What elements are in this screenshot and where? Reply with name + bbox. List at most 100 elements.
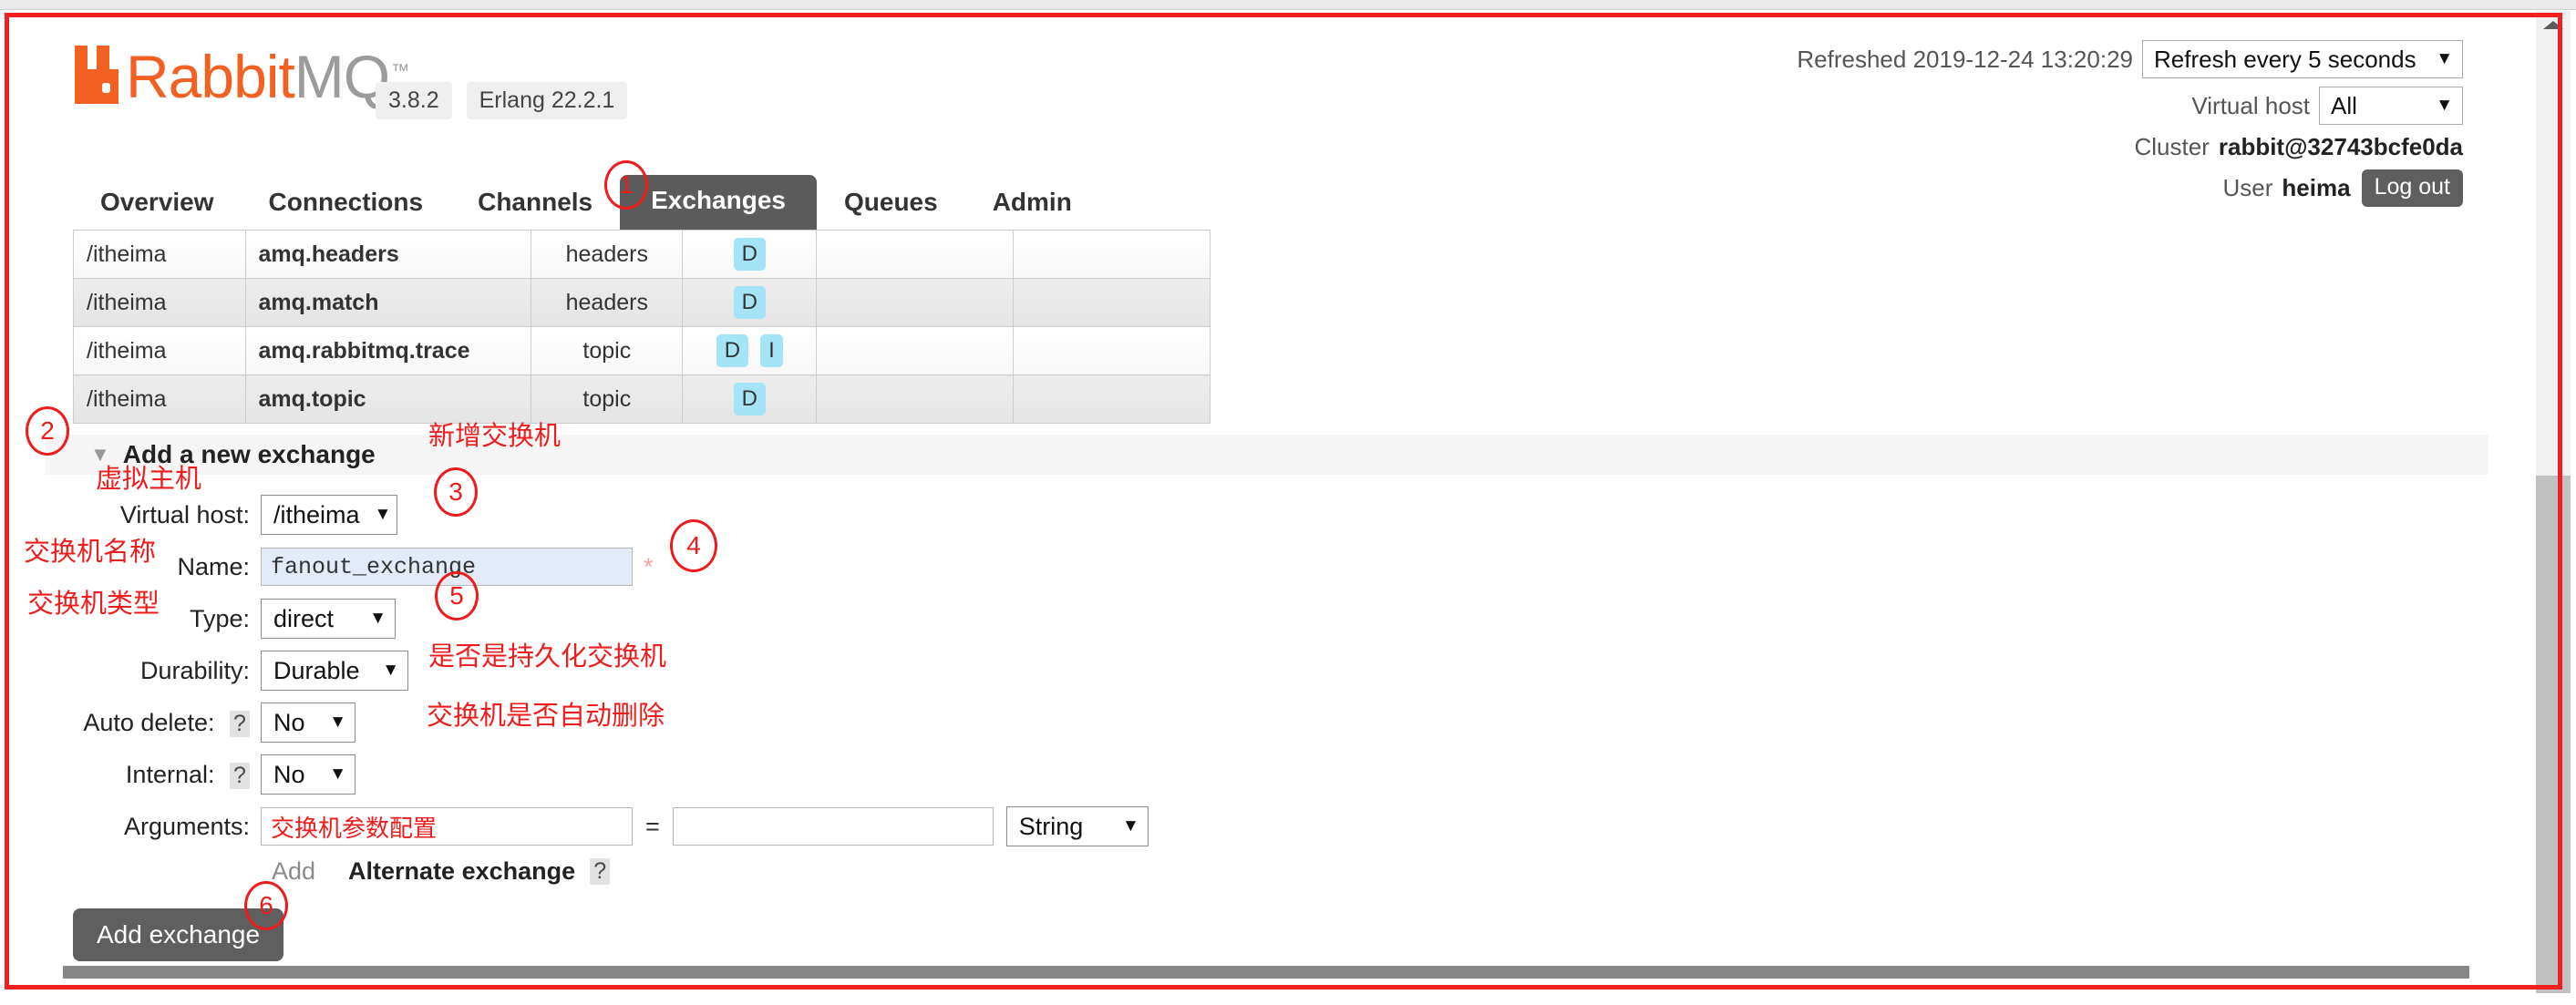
autodelete-select[interactable]: No ▼ [261, 702, 355, 743]
cell-features: D [683, 279, 817, 327]
durability-field-label: Durability: [11, 657, 261, 685]
table-row[interactable]: /itheima amq.headers headers D [74, 231, 1211, 279]
form-row-vhost: Virtual host: /itheima ▼ [11, 494, 2518, 536]
cell-message-rate-in [817, 231, 1014, 279]
vhost-field-label: Virtual host: [11, 501, 261, 529]
feature-tag-durable: D [734, 383, 766, 415]
durability-value: Durable [273, 657, 360, 685]
argument-type-select[interactable]: String ▼ [1006, 806, 1149, 846]
cell-message-rate-in [817, 375, 1014, 424]
cell-features: D [683, 231, 817, 279]
cluster-name: rabbit@32743bcfe0da [2219, 133, 2463, 161]
chevron-down-icon: ▼ [375, 505, 392, 525]
cell-message-rate-out [1014, 327, 1211, 375]
user-row: User heima Log out [1797, 169, 2463, 207]
user-name: heima [2282, 174, 2350, 202]
page-content: RabbitMQ™ 3.8.2 Erlang 22.2.1 Refreshed … [11, 20, 2518, 968]
internal-select[interactable]: No ▼ [261, 754, 355, 795]
feature-tag-durable: D [734, 238, 766, 271]
main-nav: Overview Connections Channels Exchanges … [73, 177, 1099, 230]
argument-value-input[interactable] [673, 807, 994, 846]
help-icon[interactable]: ? [230, 711, 250, 737]
cell-name[interactable]: amq.headers [245, 231, 531, 279]
cell-type: headers [531, 231, 683, 279]
cell-message-rate-in [817, 279, 1014, 327]
horizontal-scrollbar-thumb[interactable] [63, 966, 2469, 979]
help-icon[interactable]: ? [590, 858, 610, 885]
vertical-scrollbar[interactable] [2536, 11, 2571, 993]
chevron-down-icon: ▼ [329, 764, 346, 785]
form-row-autodelete: Auto delete: ? No ▼ [11, 702, 2518, 743]
durability-select[interactable]: Durable ▼ [261, 651, 408, 691]
vertical-scrollbar-thumb[interactable] [2536, 476, 2571, 993]
vhost-row: Virtual host All ▼ [1797, 87, 2463, 125]
form-row-durability: Durability: Durable ▼ [11, 650, 2518, 692]
table-row[interactable]: /itheima amq.rabbitmq.trace topic D I [74, 327, 1211, 375]
cell-type: topic [531, 327, 683, 375]
arguments-equals-sign: = [645, 813, 660, 841]
internal-value: No [273, 761, 305, 789]
add-exchange-section-header[interactable]: ▼ Add a new exchange [46, 435, 2488, 475]
annotation-number-4: 4 [670, 519, 717, 572]
cell-features: D I [683, 327, 817, 375]
annotation-durable-note: 是否是持久化交换机 [428, 635, 666, 673]
form-row-type: Type: direct ▼ [11, 598, 2518, 640]
chevron-down-icon: ▼ [369, 609, 386, 629]
log-out-button[interactable]: Log out [2362, 169, 2463, 207]
cell-vhost: /itheima [74, 279, 246, 327]
refresh-interval-select[interactable]: Refresh every 5 seconds ▼ [2142, 40, 2463, 78]
add-exchange-form: Virtual host: /itheima ▼ Name: * Type: d… [11, 494, 2518, 900]
vhost-filter-select[interactable]: All ▼ [2319, 87, 2463, 125]
page-root: RabbitMQ™ 3.8.2 Erlang 22.2.1 Refreshed … [0, 0, 2576, 1005]
vhost-filter-value: All [2331, 92, 2357, 120]
cell-message-rate-out [1014, 231, 1211, 279]
window-top-strip [0, 0, 2576, 10]
table-row[interactable]: /itheima amq.topic topic D [74, 375, 1211, 424]
cell-name[interactable]: amq.rabbitmq.trace [245, 327, 531, 375]
annotation-number-2: 2 [26, 406, 69, 456]
cell-name[interactable]: amq.match [245, 279, 531, 327]
exchanges-table: /itheima amq.headers headers D /itheima … [73, 230, 1211, 424]
chevron-down-icon: ▼ [1122, 816, 1139, 836]
cluster-label: Cluster [2135, 133, 2210, 161]
rabbitmq-version-badge: 3.8.2 [376, 82, 452, 119]
nav-tab-queues[interactable]: Queues [817, 179, 965, 230]
exchanges-table-body: /itheima amq.headers headers D /itheima … [74, 231, 1211, 424]
form-row-name: Name: * [11, 546, 2518, 588]
annotation-new-exchange: 新增交换机 [428, 415, 561, 453]
vhost-select-value: /itheima [273, 501, 360, 529]
nav-tab-channels[interactable]: Channels [450, 179, 620, 230]
table-row[interactable]: /itheima amq.match headers D [74, 279, 1211, 327]
annotation-number-5: 5 [435, 571, 479, 620]
alternate-exchange-preset[interactable]: Alternate exchange [348, 857, 575, 886]
cell-features: D [683, 375, 817, 424]
rabbitmq-logo[interactable]: RabbitMQ™ [73, 44, 408, 106]
refresh-interval-value: Refresh every 5 seconds [2154, 46, 2416, 74]
annotation-exchange-type: 交换机类型 [27, 582, 160, 620]
argument-type-value: String [1019, 813, 1084, 841]
nav-tab-overview[interactable]: Overview [73, 179, 242, 230]
nav-tab-connections[interactable]: Connections [242, 179, 451, 230]
autodelete-label-text: Auto delete: [83, 709, 214, 736]
exchange-type-select[interactable]: direct ▼ [261, 599, 396, 639]
required-marker: * [644, 553, 654, 581]
nav-tab-admin[interactable]: Admin [965, 179, 1099, 230]
argument-key-input[interactable] [261, 807, 633, 846]
cell-message-rate-in [817, 327, 1014, 375]
header-right-panel: Refreshed 2019-12-24 13:20:29 Refresh ev… [1797, 40, 2463, 215]
arguments-field-label: Arguments: [11, 813, 261, 841]
scroll-up-arrow-icon[interactable] [2536, 11, 2571, 38]
annotation-number-6: 6 [244, 881, 288, 930]
feature-tag-internal: I [760, 334, 783, 367]
cell-type: headers [531, 279, 683, 327]
vhost-select[interactable]: /itheima ▼ [261, 495, 397, 535]
nav-tab-exchanges[interactable]: Exchanges [620, 175, 817, 230]
logo-tm-mark: ™ [391, 61, 408, 81]
help-icon[interactable]: ? [230, 763, 250, 789]
cell-vhost: /itheima [74, 231, 246, 279]
cluster-row: Cluster rabbit@32743bcfe0da [1797, 133, 2463, 161]
erlang-version-badge: Erlang 22.2.1 [467, 82, 628, 119]
add-argument-link[interactable]: Add [272, 857, 315, 886]
chevron-down-icon: ▼ [329, 713, 346, 733]
horizontal-scrollbar[interactable] [13, 961, 2538, 985]
